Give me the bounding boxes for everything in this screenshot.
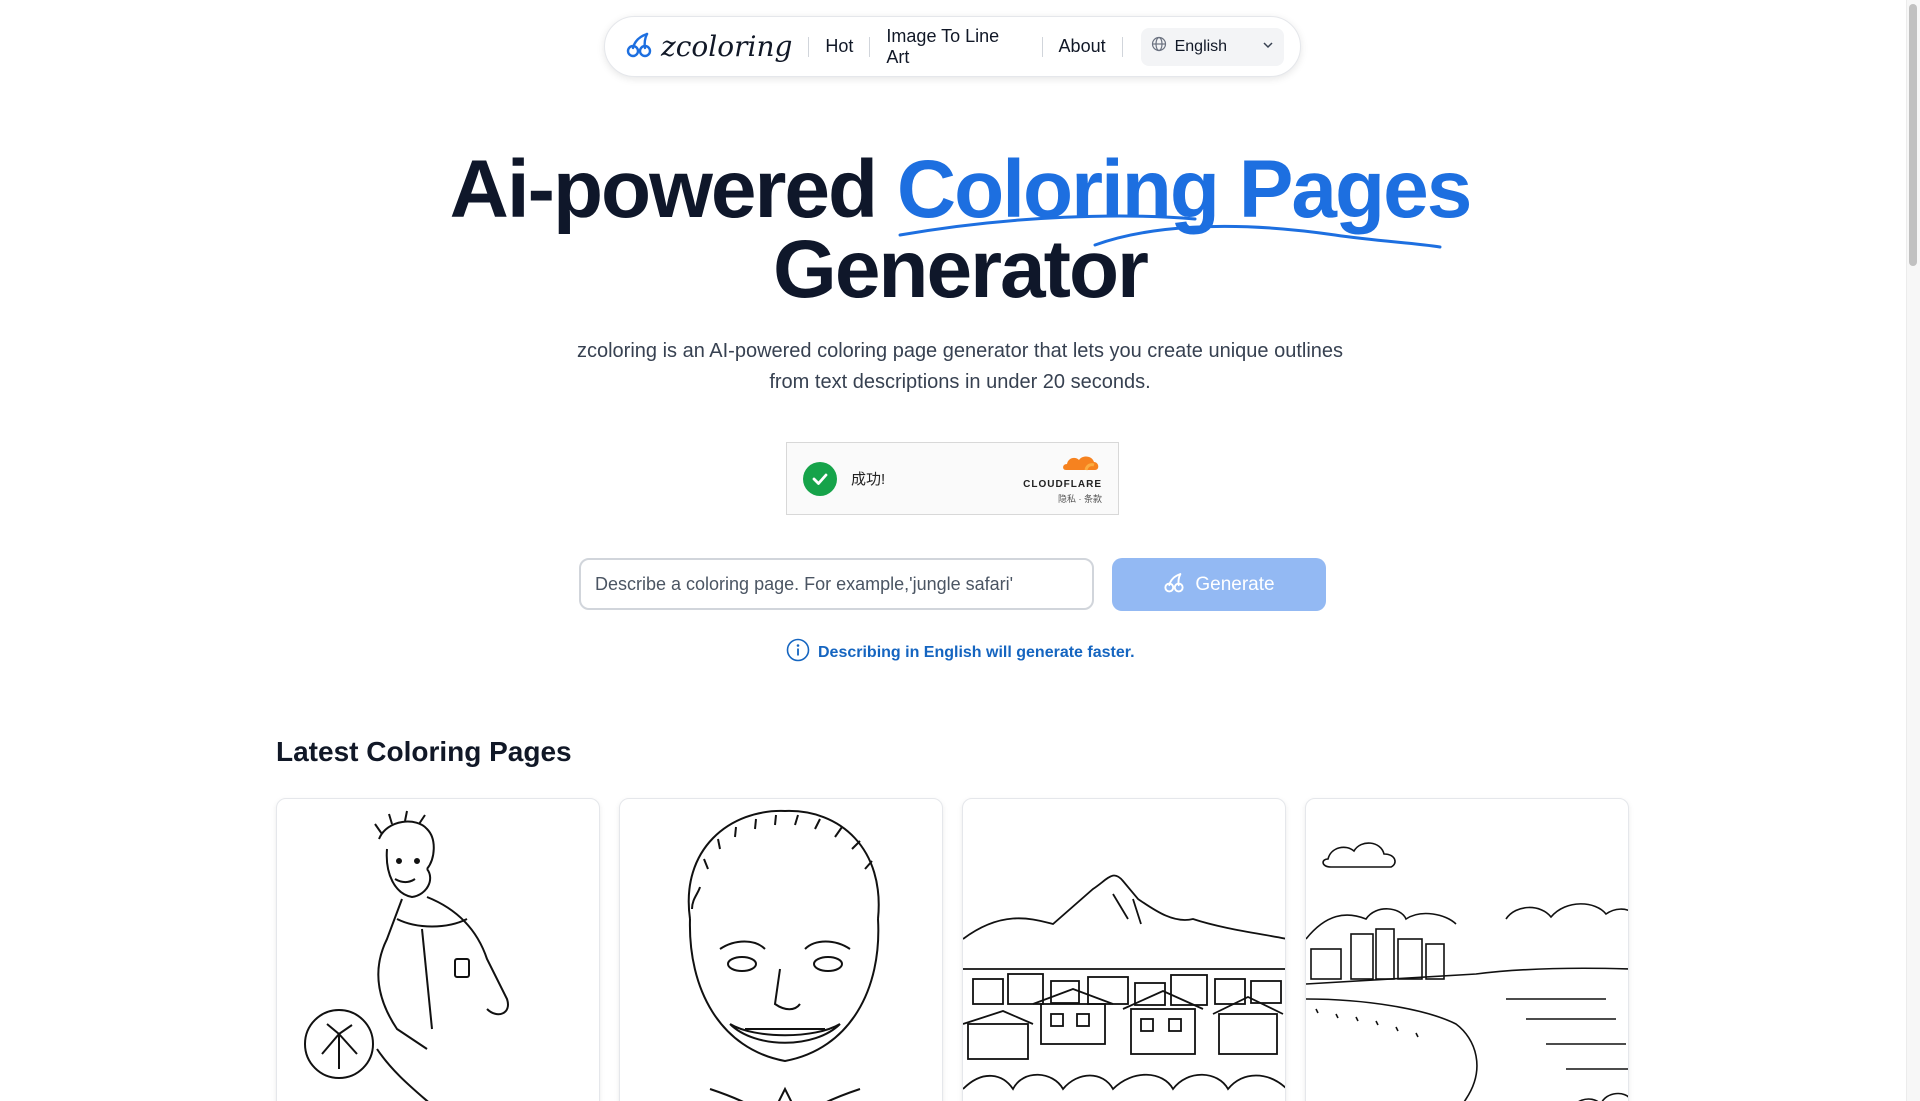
chevron-down-icon — [1262, 38, 1274, 56]
beach-city-drawing-icon — [1306, 842, 1628, 1101]
generate-button[interactable]: Generate — [1112, 558, 1326, 611]
nav-divider — [1121, 36, 1123, 57]
language-hint: Describing in English will generate fast… — [786, 638, 1135, 667]
nav-divider — [1041, 36, 1043, 57]
globe-icon — [1151, 36, 1167, 57]
generate-label: Generate — [1195, 573, 1275, 595]
cloud-icon — [1060, 452, 1102, 477]
language-select[interactable]: English — [1140, 27, 1285, 66]
coloring-card-soccer-player[interactable] — [276, 798, 600, 1101]
nav-link-hot[interactable]: Hot — [825, 36, 853, 57]
cherry-icon — [1163, 571, 1185, 599]
hero-subtitle: zcoloring is an AI-powered coloring page… — [576, 340, 1344, 393]
info-icon — [786, 638, 810, 667]
nav-divider — [808, 36, 810, 57]
language-label: English — [1174, 37, 1228, 55]
logo[interactable]: zcoloring — [625, 30, 792, 63]
page-scrollbar[interactable] — [1906, 0, 1920, 1101]
logo-text: zcoloring — [661, 30, 793, 63]
nav-divider — [869, 36, 871, 57]
cherry-logo-icon — [625, 30, 653, 63]
latest-section-title: Latest Coloring Pages — [276, 736, 572, 767]
top-nav: zcoloring Hot Image To Line Art About En… — [604, 16, 1301, 77]
nav-link-about[interactable]: About — [1059, 36, 1106, 57]
prompt-input[interactable] — [579, 558, 1094, 610]
scrollbar-thumb[interactable] — [1909, 4, 1917, 266]
captcha-links[interactable]: 隐私 · 条款 — [1058, 492, 1102, 505]
portrait-drawing-icon — [687, 809, 880, 1101]
check-icon — [803, 461, 837, 496]
hero-title-line2: Generator — [773, 224, 1149, 315]
city-mountain-drawing-icon — [963, 874, 1285, 1091]
captcha-status: 成功! — [851, 471, 886, 488]
nav-link-image-to-line-art[interactable]: Image To Line Art — [886, 26, 1025, 68]
coloring-card-beach-city[interactable] — [1305, 798, 1629, 1101]
cloudflare-brand: CLOUDFLARE 隐私 · 条款 — [1023, 452, 1102, 505]
hint-text: Describing in English will generate fast… — [818, 643, 1135, 661]
coloring-card-portrait[interactable] — [619, 798, 943, 1101]
captcha-widget[interactable]: 成功! CLOUDFLARE 隐私 · 条款 — [786, 442, 1119, 515]
coloring-card-city-mountain[interactable] — [962, 798, 1286, 1101]
soccer-player-drawing-icon — [304, 810, 509, 1101]
hero-title-part1: Ai-powered — [449, 144, 897, 235]
cloudflare-name: CLOUDFLARE — [1023, 479, 1102, 490]
